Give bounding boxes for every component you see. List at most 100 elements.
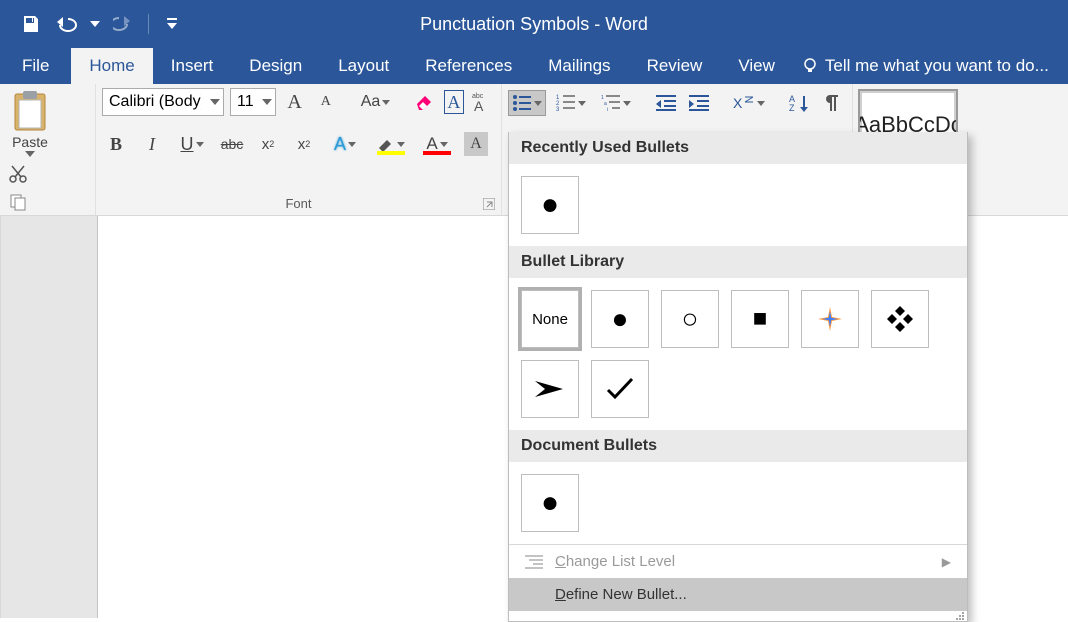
bullets-button[interactable] <box>508 90 546 116</box>
font-size-dropdown[interactable] <box>259 89 275 115</box>
title-bar: Punctuation Symbols - Word <box>0 0 1068 48</box>
save-icon <box>21 14 41 34</box>
chevron-down-icon <box>623 101 631 106</box>
bold-button[interactable]: B <box>102 130 130 158</box>
group-font: A A Aa A abcA B I U abc x2 x2 A <box>96 84 502 215</box>
cut-button[interactable] <box>6 162 30 186</box>
text-effects-button[interactable]: A <box>326 130 364 158</box>
document-bullets-body: ● <box>509 462 967 544</box>
phonetic-guide-button[interactable]: abcA <box>470 88 495 116</box>
bullet-arrow[interactable] <box>521 360 579 418</box>
font-color-button[interactable]: A <box>418 130 456 158</box>
superscript-button[interactable]: x2 <box>290 130 318 158</box>
character-border-button[interactable]: A <box>444 90 464 114</box>
character-shading-button[interactable]: A <box>464 132 488 156</box>
tell-me-search[interactable]: Tell me what you want to do... <box>793 48 1049 84</box>
font-name-dropdown[interactable] <box>207 89 223 115</box>
redo-button[interactable] <box>108 10 138 38</box>
bullet-disc[interactable]: ● <box>591 290 649 348</box>
undo-dropdown[interactable] <box>88 10 102 38</box>
check-icon <box>605 376 635 402</box>
clear-formatting-button[interactable] <box>413 88 438 116</box>
svg-text:Z: Z <box>789 103 795 112</box>
change-list-level-label: Change List Level <box>555 553 675 570</box>
copy-icon <box>8 192 28 212</box>
arrow-bullet-icon <box>533 377 567 401</box>
decrease-indent-button[interactable] <box>652 90 679 116</box>
chevron-down-icon <box>166 18 178 30</box>
define-new-bullet-item[interactable]: Define New Bullet... <box>509 578 967 611</box>
multilevel-list-button[interactable]: 1 a i <box>596 90 634 116</box>
italic-button[interactable]: I <box>138 130 166 158</box>
grow-font-button[interactable]: A <box>282 88 307 116</box>
fourdiamond-icon <box>885 304 915 334</box>
paste-button[interactable]: Paste <box>6 88 54 158</box>
paste-label: Paste <box>12 134 48 150</box>
chevron-down-icon <box>757 101 765 106</box>
tab-review[interactable]: Review <box>629 48 721 84</box>
bullet-fourstar[interactable] <box>801 290 859 348</box>
svg-text:i: i <box>607 107 608 112</box>
sort-icon: AZ <box>789 94 809 112</box>
change-case-button[interactable]: Aa <box>358 88 394 116</box>
phonetic-icon: abcA <box>470 91 494 113</box>
bullet-disc-document[interactable]: ● <box>521 474 579 532</box>
undo-button[interactable] <box>52 10 82 38</box>
save-button[interactable] <box>16 10 46 38</box>
asian-layout-button[interactable]: X <box>730 90 768 116</box>
bullet-circle[interactable]: ○ <box>661 290 719 348</box>
tab-layout[interactable]: Layout <box>320 48 407 84</box>
numbering-icon: 1 2 3 <box>556 94 576 112</box>
tab-view[interactable]: View <box>720 48 793 84</box>
tab-insert[interactable]: Insert <box>153 48 232 84</box>
increase-indent-button[interactable] <box>685 90 712 116</box>
bullet-disc-recent[interactable]: ● <box>521 176 579 234</box>
shrink-font-button[interactable]: A <box>313 88 338 116</box>
subscript-button[interactable]: x2 <box>254 130 282 158</box>
tab-home[interactable]: Home <box>71 48 152 84</box>
strikethrough-button[interactable]: abc <box>218 130 246 158</box>
redo-icon <box>113 14 133 34</box>
highlight-button[interactable] <box>372 130 410 158</box>
font-name-input[interactable] <box>103 89 207 115</box>
asian-layout-icon: X <box>733 94 755 112</box>
tab-references[interactable]: References <box>407 48 530 84</box>
bullet-fourdiamond[interactable] <box>871 290 929 348</box>
submenu-arrow-icon: ▶ <box>942 555 951 569</box>
tell-me-placeholder: Tell me what you want to do... <box>825 56 1049 76</box>
bullets-icon <box>512 94 532 112</box>
qat-separator <box>148 14 149 34</box>
document-bullets-header: Document Bullets <box>509 430 967 462</box>
quick-access-toolbar <box>0 10 179 38</box>
highlighter-icon <box>377 136 395 152</box>
dialog-launcher-icon[interactable] <box>483 198 495 210</box>
bullet-checkmark[interactable] <box>591 360 649 418</box>
sort-button[interactable]: AZ <box>786 90 813 116</box>
font-size-input[interactable] <box>231 89 259 115</box>
tab-file[interactable]: File <box>0 48 71 84</box>
underline-button[interactable]: U <box>174 130 210 158</box>
svg-text:X: X <box>733 95 743 111</box>
bullet-none[interactable]: None <box>521 290 579 348</box>
font-size-combo[interactable] <box>230 88 276 116</box>
show-hide-button[interactable] <box>819 90 846 116</box>
bullet-library-body: None ● ○ ■ <box>509 278 967 430</box>
customize-qat-button[interactable] <box>165 18 179 30</box>
bullet-square[interactable]: ■ <box>731 290 789 348</box>
ribbon-tabs: File Home Insert Design Layout Reference… <box>0 48 1068 84</box>
tab-design[interactable]: Design <box>231 48 320 84</box>
lightbulb-icon <box>801 57 819 75</box>
chevron-down-icon <box>210 98 220 106</box>
panel-resize-grip[interactable] <box>509 611 967 621</box>
recently-used-body: ● <box>509 164 967 246</box>
numbering-button[interactable]: 1 2 3 <box>552 90 590 116</box>
group-clipboard: Paste Clipboard <box>0 84 96 215</box>
copy-button[interactable] <box>6 190 30 214</box>
font-name-combo[interactable] <box>102 88 224 116</box>
resize-grip-icon <box>955 611 965 621</box>
tab-mailings[interactable]: Mailings <box>530 48 628 84</box>
eraser-icon <box>414 92 436 112</box>
indent-icon <box>689 95 709 111</box>
recently-used-header: Recently Used Bullets <box>509 132 967 164</box>
define-new-bullet-label: Define New Bullet... <box>555 586 687 603</box>
